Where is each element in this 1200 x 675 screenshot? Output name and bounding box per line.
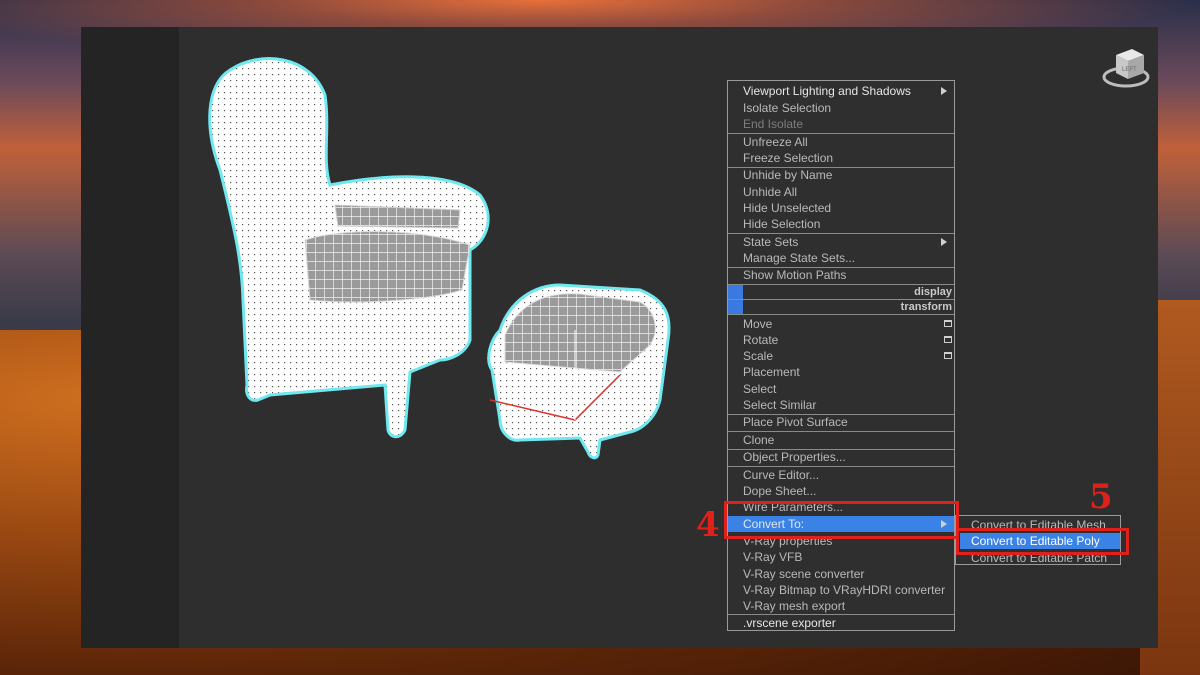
- menu-item-freeze-selection[interactable]: Freeze Selection: [743, 151, 833, 165]
- quad-header-transform: transform: [728, 300, 954, 314]
- menu-separator: [728, 466, 954, 467]
- menu-separator: [728, 133, 954, 134]
- armchair-wireframe[interactable]: [208, 57, 490, 439]
- menu-item-object-properties[interactable]: Object Properties...: [743, 450, 846, 464]
- menu-item-manage-state-sets[interactable]: Manage State Sets...: [743, 251, 855, 265]
- submenu-arrow-icon: [941, 238, 947, 246]
- menu-item-vray-mesh-export[interactable]: V-Ray mesh export: [743, 599, 845, 613]
- menu-item-viewport-lighting[interactable]: Viewport Lighting and Shadows: [743, 84, 911, 98]
- quad-header-display: display: [728, 285, 954, 299]
- menu-separator: [728, 314, 954, 315]
- menu-separator: [728, 614, 954, 615]
- ottoman-wireframe[interactable]: [487, 283, 671, 460]
- menu-item-select[interactable]: Select: [743, 382, 776, 396]
- settings-box-icon[interactable]: [944, 336, 952, 343]
- menu-item-vray-bitmap-converter[interactable]: V-Ray Bitmap to VRayHDRI converter: [743, 583, 945, 597]
- menu-item-unhide-all[interactable]: Unhide All: [743, 185, 797, 199]
- menu-item-end-isolate[interactable]: End Isolate: [743, 117, 803, 131]
- submenu-arrow-icon: [941, 87, 947, 95]
- menu-item-select-similar[interactable]: Select Similar: [743, 398, 816, 412]
- settings-box-icon[interactable]: [944, 352, 952, 359]
- quad-header-swatch: [728, 300, 743, 314]
- menu-separator: [728, 233, 954, 234]
- menu-item-state-sets[interactable]: State Sets: [743, 235, 798, 249]
- menu-item-vray-scene-converter[interactable]: V-Ray scene converter: [743, 567, 864, 581]
- quad-header-label: display: [914, 286, 952, 298]
- menu-item-place-pivot-surface[interactable]: Place Pivot Surface: [743, 415, 848, 429]
- menu-item-vray-vfb[interactable]: V-Ray VFB: [743, 550, 802, 564]
- menu-item-clone[interactable]: Clone: [743, 433, 774, 447]
- step4-highlight-box: [724, 501, 959, 539]
- quad-context-menu: Viewport Lighting and Shadows Isolate Se…: [727, 80, 955, 631]
- menu-item-hide-selection[interactable]: Hide Selection: [743, 217, 820, 231]
- settings-box-icon[interactable]: [944, 320, 952, 327]
- menu-separator: [728, 431, 954, 432]
- menu-item-placement[interactable]: Placement: [743, 365, 800, 379]
- menu-item-rotate[interactable]: Rotate: [743, 333, 778, 347]
- menu-item-curve-editor[interactable]: Curve Editor...: [743, 468, 819, 482]
- step4-number: 4: [696, 505, 720, 545]
- menu-item-scale[interactable]: Scale: [743, 349, 773, 363]
- step5-highlight-box: [956, 528, 1129, 555]
- menu-item-vrscene-exporter[interactable]: .vrscene exporter: [743, 616, 836, 630]
- menu-item-unfreeze-all[interactable]: Unfreeze All: [743, 135, 808, 149]
- menu-item-unhide-by-name[interactable]: Unhide by Name: [743, 168, 832, 182]
- menu-item-hide-unselected[interactable]: Hide Unselected: [743, 201, 831, 215]
- menu-item-show-motion-paths[interactable]: Show Motion Paths: [743, 268, 846, 282]
- quad-header-label: transform: [900, 301, 952, 313]
- menu-item-move[interactable]: Move: [743, 317, 772, 331]
- quad-header-swatch: [728, 285, 743, 299]
- scene-objects: [208, 57, 671, 460]
- menu-item-isolate-selection[interactable]: Isolate Selection: [743, 101, 831, 115]
- step5-number: 5: [1089, 477, 1113, 517]
- menu-item-dope-sheet[interactable]: Dope Sheet...: [743, 484, 816, 498]
